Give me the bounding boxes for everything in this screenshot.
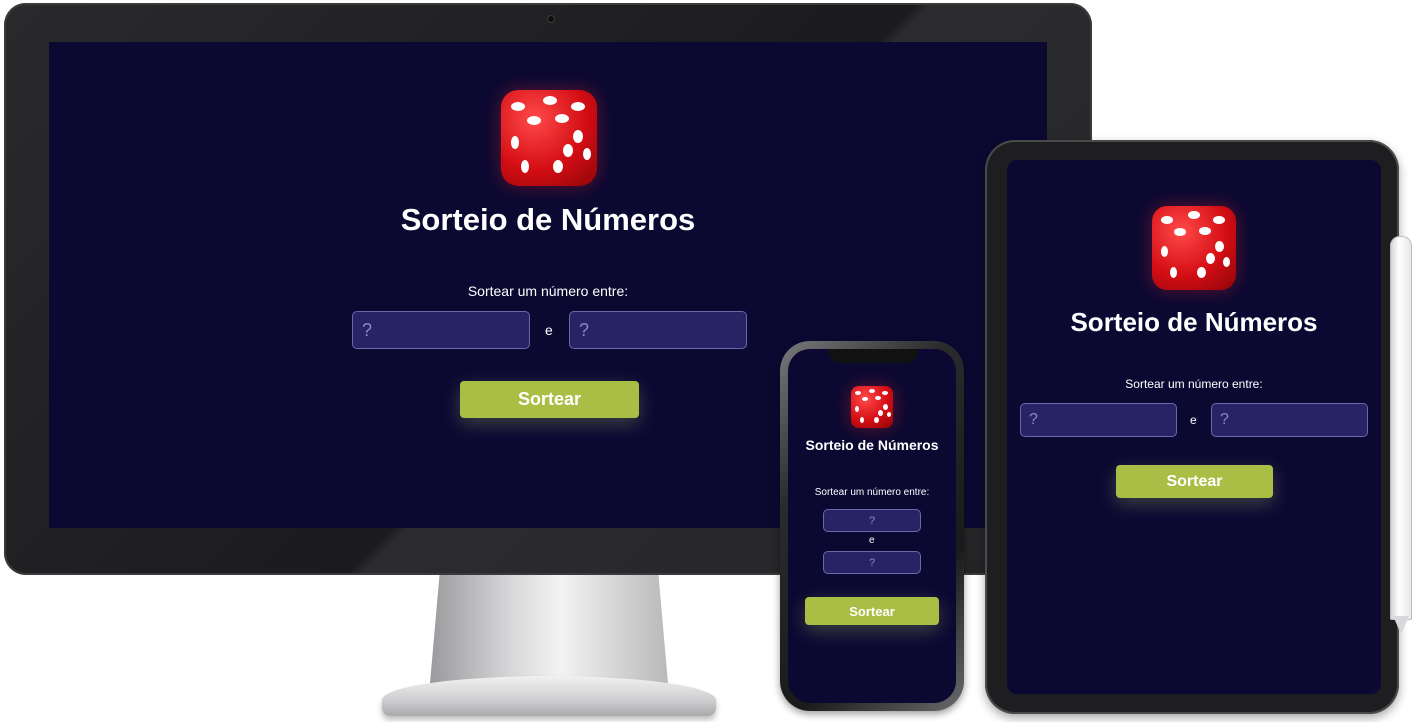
- page-title: Sorteio de Números: [805, 437, 939, 453]
- page-title: Sorteio de Números: [1070, 307, 1318, 337]
- tablet-screen: Sorteio de Números Sortear um número ent…: [1007, 160, 1381, 694]
- range-prompt: Sortear um número entre:: [467, 283, 629, 299]
- stylus-pencil: [1390, 236, 1412, 620]
- min-number-input[interactable]: [352, 311, 530, 349]
- range-prompt: Sortear um número entre:: [1125, 377, 1263, 391]
- draw-button[interactable]: Sortear: [1116, 465, 1273, 498]
- max-number-input[interactable]: [569, 311, 747, 349]
- range-separator: e: [869, 535, 875, 546]
- phone-screen: Sorteio de Números Sortear um número ent…: [788, 349, 956, 703]
- dice-icon: [1152, 206, 1236, 290]
- min-number-input[interactable]: [1020, 403, 1177, 437]
- draw-button[interactable]: Sortear: [460, 381, 639, 418]
- max-number-input[interactable]: [823, 551, 921, 574]
- camera-icon: [547, 15, 555, 23]
- min-number-input[interactable]: [823, 509, 921, 532]
- phone-notch: [828, 349, 918, 363]
- dice-icon: [851, 386, 893, 428]
- range-separator: e: [545, 322, 553, 338]
- max-number-input[interactable]: [1211, 403, 1368, 437]
- monitor-stand: [430, 575, 668, 683]
- range-prompt: Sortear um número entre:: [814, 487, 930, 498]
- monitor-base: [382, 676, 716, 716]
- range-separator: e: [1190, 413, 1197, 427]
- page-title: Sorteio de Números: [400, 202, 696, 237]
- draw-button[interactable]: Sortear: [805, 597, 939, 625]
- dice-icon: [501, 90, 597, 186]
